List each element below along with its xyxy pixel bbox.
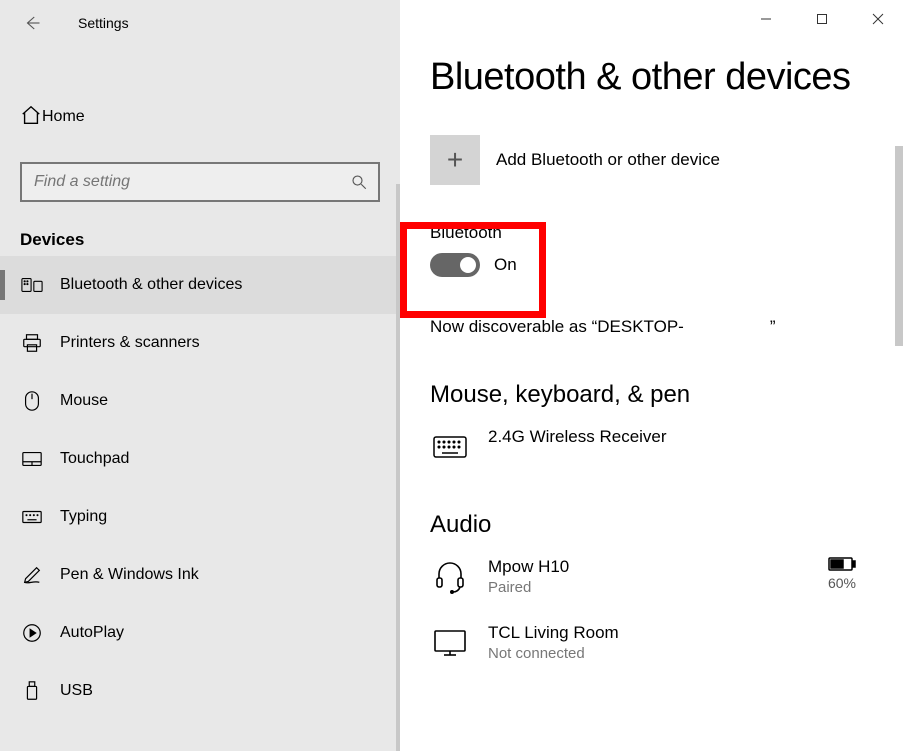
close-button[interactable] xyxy=(850,0,906,38)
nav-touchpad[interactable]: Touchpad xyxy=(0,430,400,488)
category-title: Devices xyxy=(20,230,400,250)
autoplay-icon xyxy=(21,622,43,644)
search-box[interactable] xyxy=(20,162,380,202)
maximize-icon xyxy=(816,13,828,25)
sidebar: Settings Home Devices Bluetooth & other … xyxy=(0,0,400,751)
bluetooth-label: Bluetooth xyxy=(430,223,517,243)
headset-icon xyxy=(433,560,467,594)
device-name: Mpow H10 xyxy=(488,557,569,577)
nav-label: AutoPlay xyxy=(60,624,124,642)
add-device-label: Add Bluetooth or other device xyxy=(496,150,720,170)
nav-label: Typing xyxy=(60,508,107,526)
nav-bluetooth-other-devices[interactable]: Bluetooth & other devices xyxy=(0,256,400,314)
section-audio: Audio xyxy=(430,511,906,539)
home-button[interactable]: Home xyxy=(0,88,400,146)
redacted-computer-name xyxy=(686,317,768,337)
device-status: Not connected xyxy=(488,645,619,662)
nav-label: Pen & Windows Ink xyxy=(60,566,199,584)
search-input[interactable] xyxy=(32,172,350,192)
device-status: Paired xyxy=(488,579,569,596)
nav-usb[interactable]: USB xyxy=(0,662,400,720)
bluetooth-toggle-section: Bluetooth On xyxy=(430,213,531,291)
nav-typing[interactable]: Typing xyxy=(0,488,400,546)
sidebar-header: Settings xyxy=(0,0,400,46)
display-icon xyxy=(432,628,468,658)
mouse-icon xyxy=(23,390,41,412)
nav-label: Touchpad xyxy=(60,450,129,468)
back-button[interactable] xyxy=(20,11,44,35)
nav-autoplay[interactable]: AutoPlay xyxy=(0,604,400,662)
device-name: TCL Living Room xyxy=(488,623,619,643)
nav-label: USB xyxy=(60,682,93,700)
content-pane: Bluetooth & other devices + Add Bluetoot… xyxy=(400,0,906,751)
home-icon xyxy=(20,104,42,126)
content-scrollbar[interactable] xyxy=(892,46,906,751)
nav-label: Bluetooth & other devices xyxy=(60,276,242,294)
battery-indicator: 60% xyxy=(828,557,856,591)
minimize-icon xyxy=(760,13,772,25)
device-wireless-receiver[interactable]: 2.4G Wireless Receiver xyxy=(430,427,906,467)
bluetooth-toggle-state: On xyxy=(494,255,517,275)
discoverable-suffix: ” xyxy=(770,317,776,337)
app-title: Settings xyxy=(78,15,129,31)
devices-icon xyxy=(21,277,43,293)
touchpad-icon xyxy=(21,450,43,468)
nav-label: Mouse xyxy=(60,392,108,410)
back-arrow-icon xyxy=(23,14,41,32)
discoverable-text: Now discoverable as “DESKTOP- ” xyxy=(430,317,906,337)
home-label: Home xyxy=(42,108,85,126)
pen-icon xyxy=(21,564,43,586)
device-name: 2.4G Wireless Receiver xyxy=(488,427,667,447)
nav-mouse[interactable]: Mouse xyxy=(0,372,400,430)
discoverable-prefix: Now discoverable as “DESKTOP- xyxy=(430,317,684,337)
device-tcl-living-room[interactable]: TCL Living Room Not connected xyxy=(430,623,906,663)
keyboard-icon xyxy=(21,509,43,525)
battery-icon xyxy=(828,557,856,571)
maximize-button[interactable] xyxy=(794,0,850,38)
search-icon xyxy=(350,173,368,191)
plus-icon: + xyxy=(430,135,480,185)
minimize-button[interactable] xyxy=(738,0,794,38)
usb-icon xyxy=(24,680,40,702)
window-controls xyxy=(738,0,906,38)
device-mpow-h10[interactable]: Mpow H10 Paired 60% xyxy=(430,557,906,597)
bluetooth-toggle[interactable] xyxy=(430,253,480,277)
battery-percent: 60% xyxy=(828,575,856,591)
close-icon xyxy=(872,13,884,25)
keyboard-icon xyxy=(432,435,468,459)
nav-printers-scanners[interactable]: Printers & scanners xyxy=(0,314,400,372)
page-title: Bluetooth & other devices xyxy=(430,56,906,99)
nav-pen-windows-ink[interactable]: Pen & Windows Ink xyxy=(0,546,400,604)
section-mouse-keyboard-pen: Mouse, keyboard, & pen xyxy=(430,381,906,409)
nav-list: Bluetooth & other devices Printers & sca… xyxy=(0,256,400,720)
printer-icon xyxy=(21,332,43,354)
add-device-button[interactable]: + Add Bluetooth or other device xyxy=(430,135,906,185)
nav-label: Printers & scanners xyxy=(60,334,200,352)
